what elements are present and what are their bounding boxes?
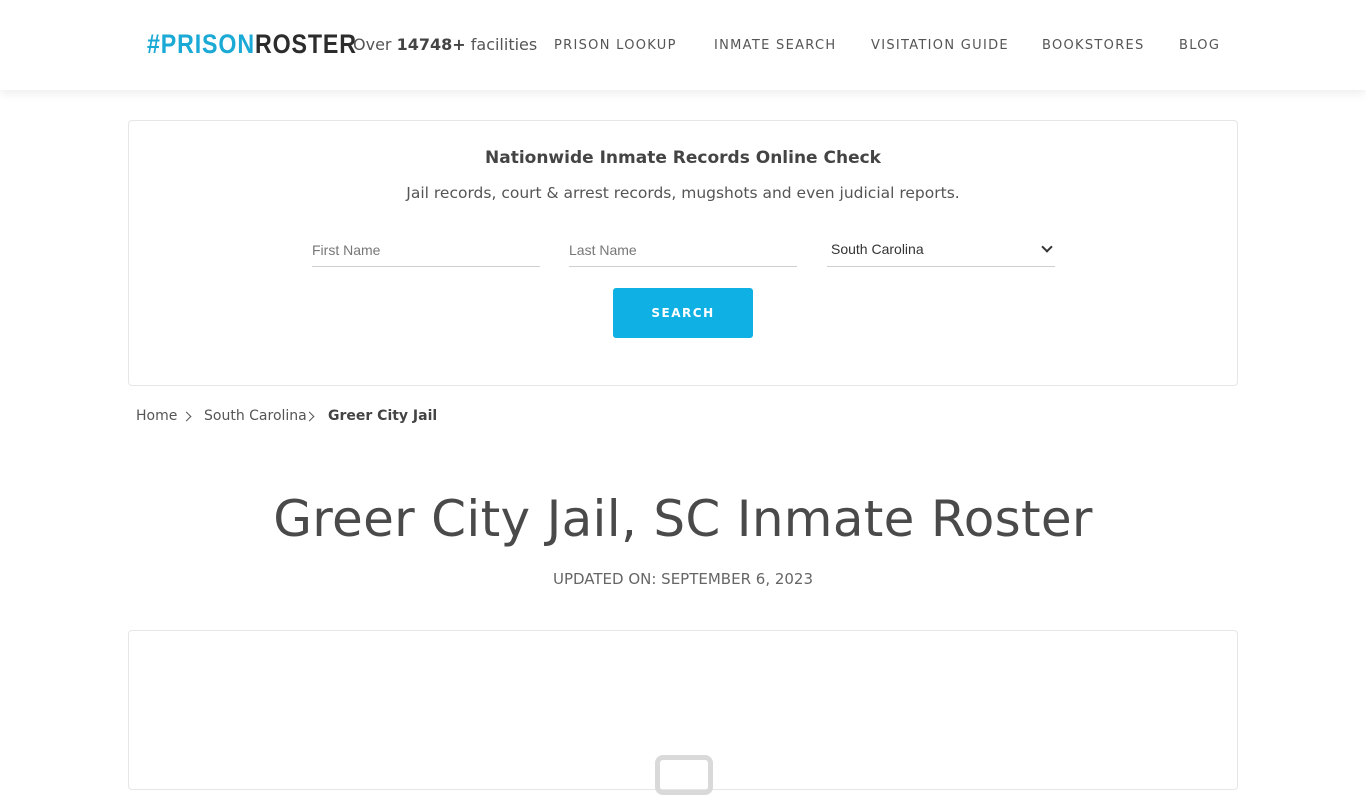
nav-bookstores[interactable]: BOOKSTORES — [1042, 38, 1145, 53]
search-card-title: Nationwide Inmate Records Online Check — [485, 148, 881, 168]
nav-prison-lookup[interactable]: PRISON LOOKUP — [554, 38, 677, 53]
inmate-search-card: Nationwide Inmate Records Online Check J… — [128, 120, 1238, 386]
search-button[interactable]: SEARCH — [613, 288, 753, 338]
state-select[interactable]: South Carolina — [827, 233, 1055, 267]
chevron-down-icon — [1041, 241, 1053, 253]
breadcrumb-current: Greer City Jail — [328, 408, 438, 424]
main-nav: PRISON LOOKUP INMATE SEARCH VISITATION G… — [0, 38, 1366, 54]
breadcrumb-state[interactable]: South Carolina — [204, 408, 307, 424]
nav-visitation-guide[interactable]: VISITATION GUIDE — [871, 38, 1009, 53]
nav-inmate-search[interactable]: INMATE SEARCH — [714, 38, 836, 53]
image-placeholder-icon — [655, 755, 713, 795]
content-card — [128, 630, 1238, 795]
page-title: Greer City Jail, SC Inmate Roster — [273, 490, 1093, 548]
chevron-right-icon — [181, 411, 192, 422]
breadcrumb-home[interactable]: Home — [136, 408, 177, 424]
nav-blog[interactable]: BLOG — [1179, 38, 1220, 53]
updated-date: UPDATED ON: SEPTEMBER 6, 2023 — [552, 570, 814, 588]
last-name-input[interactable] — [569, 233, 797, 267]
first-name-input[interactable] — [312, 233, 540, 267]
state-select-value: South Carolina — [831, 241, 924, 257]
top-navbar: #PRISONROSTER Over 14748+ facilities PRI… — [0, 0, 1366, 90]
search-card-subtitle: Jail records, court & arrest records, mu… — [406, 184, 960, 202]
